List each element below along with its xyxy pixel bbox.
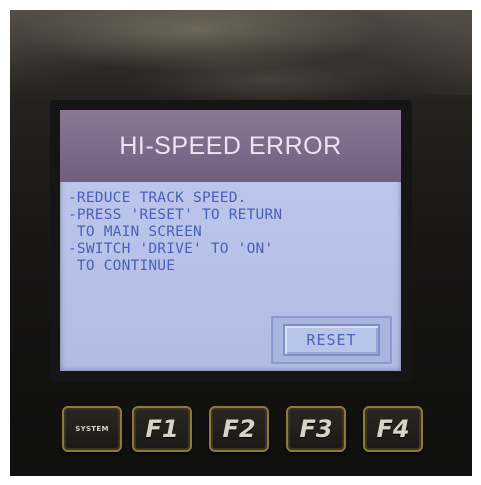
- message-line: -SWITCH 'DRIVE' TO 'ON': [68, 241, 274, 257]
- f4-key-label: F4: [376, 415, 410, 443]
- f3-key[interactable]: F3: [286, 406, 346, 452]
- f2-key-label: F2: [222, 415, 256, 443]
- function-key-row: SYSTEM F1 F2 F3 F4: [62, 406, 423, 458]
- f1-key[interactable]: F1: [132, 406, 192, 452]
- error-title-bar: HI-SPEED ERROR: [60, 110, 401, 182]
- message-line: TO CONTINUE: [68, 258, 176, 274]
- f1-key-label: F1: [145, 415, 179, 443]
- error-title: HI-SPEED ERROR: [119, 131, 342, 160]
- reset-button[interactable]: RESET: [283, 324, 380, 356]
- message-line: -PRESS 'RESET' TO RETURN: [68, 207, 283, 223]
- f4-key[interactable]: F4: [363, 406, 423, 452]
- f3-key-label: F3: [299, 415, 333, 443]
- error-message-list: -REDUCE TRACK SPEED. -PRESS 'RESET' TO R…: [68, 190, 398, 275]
- system-key-label: SYSTEM: [75, 425, 109, 433]
- message-line: -REDUCE TRACK SPEED.: [68, 190, 247, 206]
- f2-key[interactable]: F2: [209, 406, 269, 452]
- control-panel: HI-SPEED ERROR -REDUCE TRACK SPEED. -PRE…: [10, 10, 472, 476]
- message-line: TO MAIN SCREEN: [68, 224, 202, 240]
- display-screen: HI-SPEED ERROR -REDUCE TRACK SPEED. -PRE…: [60, 110, 401, 371]
- system-key[interactable]: SYSTEM: [62, 406, 122, 452]
- reset-button-label: RESET: [306, 331, 357, 349]
